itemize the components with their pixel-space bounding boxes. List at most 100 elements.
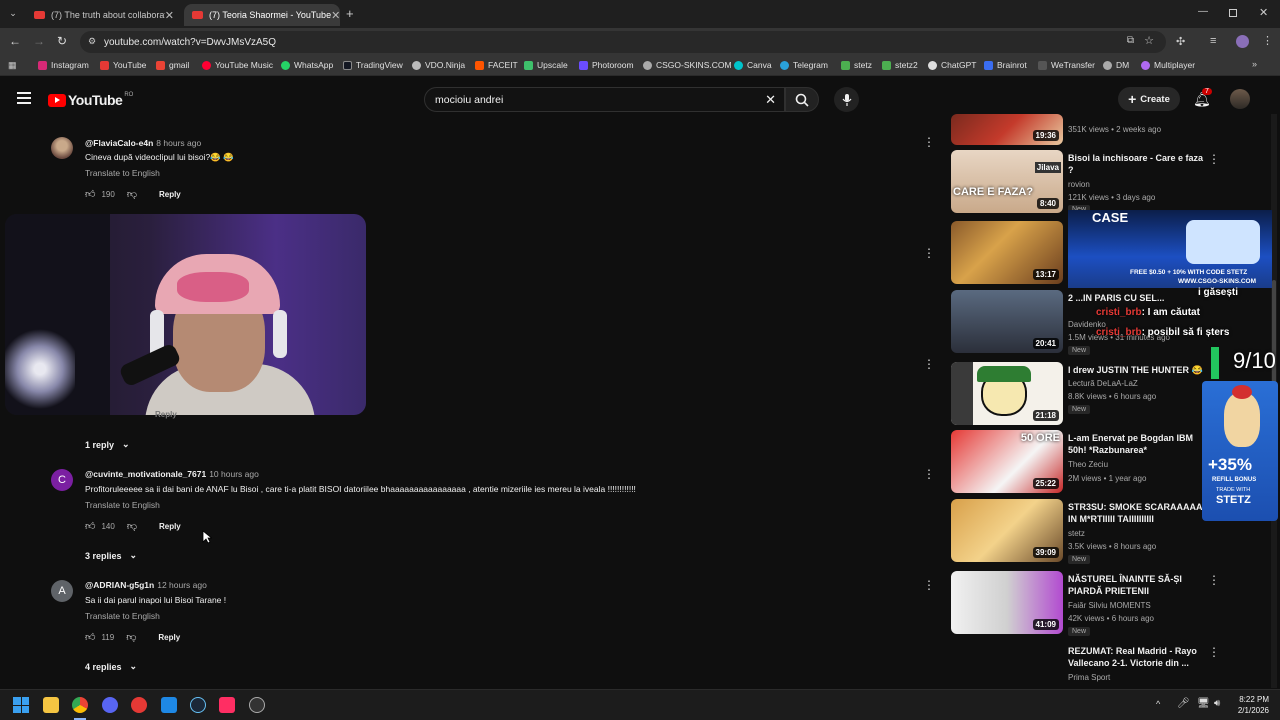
obs-icon[interactable] xyxy=(249,697,265,713)
video-channel[interactable]: Theo Zeciu xyxy=(1068,460,1108,469)
bookmark-tradingview[interactable]: TradingView xyxy=(343,60,403,70)
apps-grid-icon[interactable]: ▦ xyxy=(8,60,17,71)
like-icon[interactable]: 👍︎ xyxy=(85,520,95,532)
bookmark-multiplayer[interactable]: Multiplayer xyxy=(1141,60,1195,70)
bookmark-photoroom[interactable]: Photoroom xyxy=(579,60,634,70)
profile-avatar[interactable] xyxy=(1236,35,1249,48)
video-title[interactable]: REZUMAT: Real Madrid - Rayo Vallecano 2-… xyxy=(1068,645,1204,669)
comment-author-name[interactable]: @cuvinte_motivationale_7671 xyxy=(85,469,206,479)
comment-avatar[interactable]: C xyxy=(51,469,73,491)
video-thumbnail[interactable]: 50 ORE 25:22 xyxy=(951,430,1063,493)
video-title[interactable]: I drew JUSTIN THE HUNTER 😂 xyxy=(1068,364,1204,376)
site-info-icon[interactable]: ⚙ xyxy=(88,36,96,47)
start-menu-icon[interactable] xyxy=(13,697,29,713)
browser-menu-icon[interactable]: ⋮ xyxy=(1262,34,1273,47)
replies-toggle[interactable]: 1 reply ⌄ xyxy=(85,439,130,450)
bookmark-vdoninja[interactable]: VDO.Ninja xyxy=(412,60,465,70)
tray-chevron-icon[interactable]: ^ xyxy=(1156,699,1160,709)
video-thumbnail[interactable]: 39:09 xyxy=(951,499,1063,562)
translate-link[interactable]: Translate to English xyxy=(85,168,160,178)
video-title[interactable]: L-am Enervat pe Bogdan IBM 50h! *Razbuna… xyxy=(1068,432,1204,456)
comment-time[interactable]: 8 hours ago xyxy=(156,138,201,148)
comment-menu-icon[interactable]: ⋮ xyxy=(923,246,935,260)
video-title[interactable]: Bisoi la inchisoare - Care e faza ? xyxy=(1068,152,1204,176)
clock[interactable]: 8:22 PM 2/1/2026 xyxy=(1233,694,1269,716)
translate-link[interactable]: Translate to English xyxy=(85,500,160,510)
related-video[interactable]: 41:09 NĂSTUREL ÎNAINTE SĂ-ȘI PIARDĂ PRIE… xyxy=(950,571,1270,636)
bookmark-dm[interactable]: DM xyxy=(1103,60,1129,70)
bookmark-upscale[interactable]: Upscale xyxy=(524,60,568,70)
video-menu-icon[interactable]: ⋮ xyxy=(1208,645,1220,659)
reload-icon[interactable]: ↻ xyxy=(57,34,67,48)
video-channel[interactable]: Faiăr Silviu MOMENTS xyxy=(1068,601,1151,610)
video-thumbnail[interactable]: 20:41 xyxy=(951,290,1063,353)
comment-author-name[interactable]: @FlaviaCalo-e4n xyxy=(85,138,153,148)
video-channel[interactable]: rovion xyxy=(1068,180,1090,189)
comment-time[interactable]: 10 hours ago xyxy=(209,469,259,479)
hidden-reply-button[interactable]: Reply xyxy=(155,410,177,419)
browser-tab-active[interactable]: (7) Teoria Shaormei - YouTube ✕ xyxy=(184,4,340,26)
video-channel[interactable]: stetz xyxy=(1068,529,1085,538)
comment-avatar[interactable]: A xyxy=(51,580,73,602)
bookmarks-overflow-icon[interactable]: » xyxy=(1252,59,1257,69)
notifications-button[interactable]: 🔔︎ 7 xyxy=(1193,88,1212,109)
clear-search-icon[interactable]: ✕ xyxy=(765,92,776,108)
tab-close-icon[interactable]: ✕ xyxy=(165,9,174,22)
bookmark-telegram[interactable]: Telegram xyxy=(780,60,828,70)
bookmark-gmail[interactable]: gmail xyxy=(156,60,189,70)
address-bar[interactable]: ⚙ youtube.com/watch?v=DwvJMsVzA5Q ⧉ ☆ xyxy=(80,31,1166,53)
bookmark-youtube[interactable]: YouTube xyxy=(100,60,146,70)
video-thumbnail[interactable]: 21:18 xyxy=(951,362,1063,425)
comment-author[interactable]: @cuvinte_motivationale_7671 10 hours ago xyxy=(85,469,259,479)
video-title[interactable]: STR3SU: SMOKE SCARAAAAA IN M*RTIIIII TAI… xyxy=(1068,501,1204,525)
comment-menu-icon[interactable]: ⋮ xyxy=(923,467,935,481)
dislike-icon[interactable]: 👎︎ xyxy=(126,631,136,643)
media-player-icon[interactable] xyxy=(131,697,147,713)
reply-button[interactable]: Reply xyxy=(158,633,180,642)
create-button[interactable]: + Create xyxy=(1118,87,1180,111)
comment-author-name[interactable]: @ADRIAN-g5g1n xyxy=(85,580,154,590)
bookmark-faceit[interactable]: FACEIT xyxy=(475,60,518,70)
comment-time[interactable]: 12 hours ago xyxy=(157,580,207,590)
youtube-logo[interactable]: YouTube RO xyxy=(48,92,133,108)
tab-media-icon[interactable]: ≡ xyxy=(1210,35,1216,47)
network-icon[interactable]: 🖥︎ xyxy=(1197,698,1210,709)
restore-icon[interactable] xyxy=(1229,9,1237,17)
new-tab-button[interactable]: + xyxy=(346,6,354,21)
browser-tab[interactable]: (7) The truth about collaborati... ✕ xyxy=(26,4,182,26)
bookmark-brainrot[interactable]: Brainrot xyxy=(984,60,1027,70)
comment-avatar[interactable] xyxy=(51,137,73,159)
search-input[interactable]: mocioiu andrei ✕ xyxy=(424,87,785,112)
app-icon[interactable] xyxy=(161,697,177,713)
minimize-icon[interactable]: — xyxy=(1198,6,1208,17)
dislike-icon[interactable]: 👎︎ xyxy=(127,188,137,200)
bookmark-youtube-music[interactable]: YouTube Music xyxy=(202,60,273,70)
window-close-icon[interactable]: ✕ xyxy=(1259,6,1268,19)
video-thumbnail[interactable]: 19:36 xyxy=(951,114,1063,145)
related-video[interactable]: CARE E FAZA? Jilava 8:40 Bisoi la inchis… xyxy=(950,150,1270,214)
comment-menu-icon[interactable]: ⋮ xyxy=(923,357,935,371)
video-channel[interactable]: Lectură DeLaA-LaZ xyxy=(1068,379,1138,388)
video-thumbnail[interactable]: 13:17 xyxy=(951,221,1063,284)
capcut-icon[interactable] xyxy=(219,697,235,713)
tab-close-icon[interactable]: ✕ xyxy=(331,9,340,22)
bookmark-whatsapp[interactable]: WhatsApp xyxy=(281,60,333,70)
comment-menu-icon[interactable]: ⋮ xyxy=(923,578,935,592)
like-icon[interactable]: 👍︎ xyxy=(85,188,95,200)
bookmark-wetransfer[interactable]: WeTransfer xyxy=(1038,60,1095,70)
video-menu-icon[interactable]: ⋮ xyxy=(1208,573,1220,587)
bookmark-instagram[interactable]: Instagram xyxy=(38,60,89,70)
account-avatar[interactable] xyxy=(1230,89,1250,109)
voice-search-button[interactable] xyxy=(834,87,859,112)
forward-icon[interactable]: → xyxy=(33,34,45,48)
chrome-icon[interactable] xyxy=(72,697,88,713)
bookmark-canva[interactable]: Canva xyxy=(734,60,772,70)
bookmark-star-icon[interactable]: ☆ xyxy=(1144,34,1154,47)
back-icon[interactable]: ← xyxy=(9,34,21,48)
video-channel[interactable]: Prima Sport xyxy=(1068,673,1110,682)
comment-author[interactable]: @ADRIAN-g5g1n 12 hours ago xyxy=(85,580,207,590)
bookmark-stetz[interactable]: stetz xyxy=(841,60,872,70)
tab-search-icon[interactable]: ⌄ xyxy=(6,8,20,20)
bookmark-chatgpt[interactable]: ChatGPT xyxy=(928,60,976,70)
related-video[interactable]: REZUMAT: Real Madrid - Rayo Vallecano 2-… xyxy=(950,643,1270,687)
